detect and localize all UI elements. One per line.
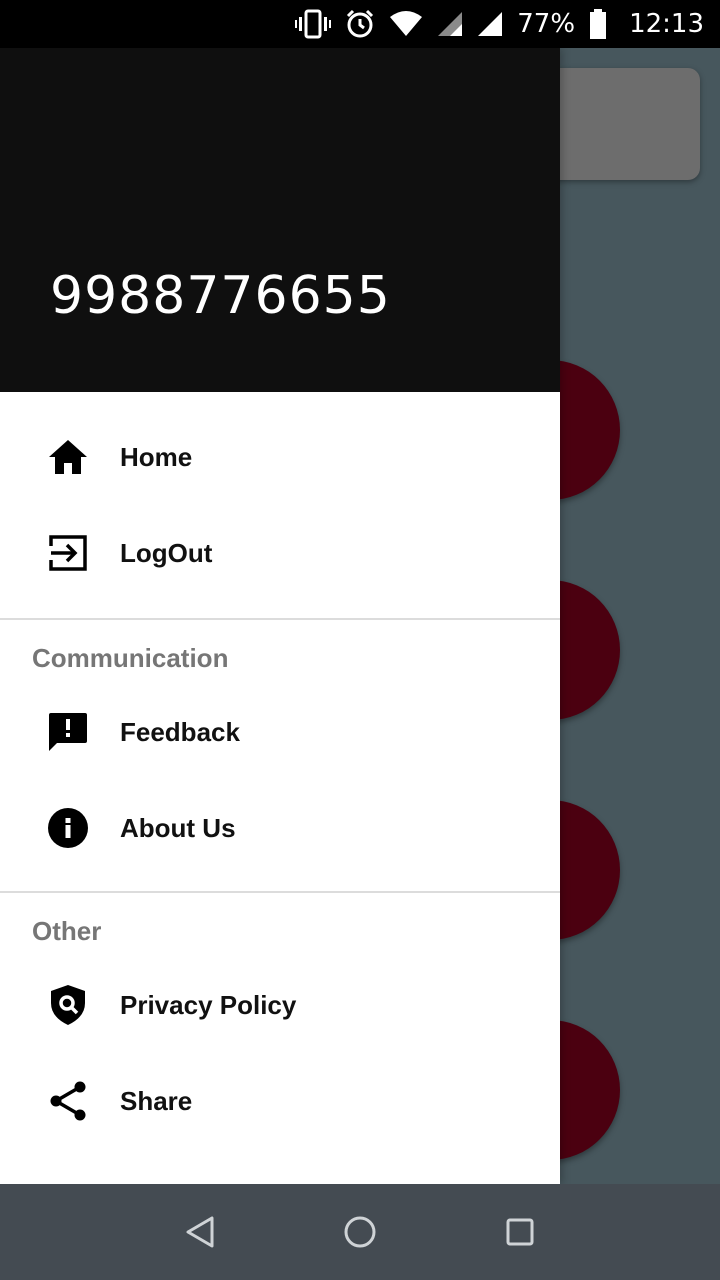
menu-item-feedback[interactable]: Feedback: [0, 684, 560, 780]
signal-icon: [477, 11, 503, 37]
menu-item-share[interactable]: Share: [0, 1053, 560, 1149]
privacy-shield-icon: [48, 985, 88, 1025]
back-icon[interactable]: [170, 1202, 230, 1262]
feedback-icon: [48, 712, 88, 752]
menu-item-label: Feedback: [120, 716, 240, 747]
menu-item-label: Share: [120, 1085, 193, 1116]
home-circle-icon[interactable]: [330, 1202, 390, 1262]
drawer-header: 9988776655: [0, 48, 560, 392]
menu-item-label: Home: [120, 441, 193, 472]
menu-item-logout[interactable]: LogOut: [0, 505, 560, 601]
menu-item-privacy-policy[interactable]: Privacy Policy: [0, 957, 560, 1053]
alarm-icon: [345, 9, 375, 39]
share-icon: [48, 1081, 88, 1121]
menu-item-about-us[interactable]: About Us: [0, 780, 560, 876]
section-title: Other: [32, 916, 102, 946]
clock: 12:13: [629, 9, 704, 39]
battery-icon: [589, 9, 607, 39]
section-title: Communication: [32, 643, 229, 673]
section-other: Other Privacy Policy Share: [0, 893, 560, 1164]
section-communication: Communication Feedback About Us: [0, 620, 560, 891]
user-phone-number: 9988776655: [50, 266, 391, 326]
menu-item-home[interactable]: Home: [0, 409, 560, 505]
menu-item-label: LogOut: [120, 537, 213, 568]
logout-icon: [48, 533, 88, 573]
system-nav-bar: [0, 1184, 720, 1280]
battery-percent: 77%: [517, 9, 576, 39]
navigation-drawer: 9988776655 Home LogOut Communication Fee…: [0, 48, 560, 1184]
vibrate-icon: [295, 9, 332, 39]
home-icon: [48, 437, 88, 477]
status-bar: 77% 12:13: [0, 0, 720, 48]
signal-icon: [437, 11, 463, 37]
wifi-icon: [389, 11, 423, 37]
recents-icon[interactable]: [490, 1202, 550, 1262]
primary-menu: Home LogOut: [0, 392, 560, 618]
menu-item-label: About Us: [120, 812, 236, 843]
info-icon: [48, 808, 88, 848]
menu-item-label: Privacy Policy: [120, 989, 297, 1020]
